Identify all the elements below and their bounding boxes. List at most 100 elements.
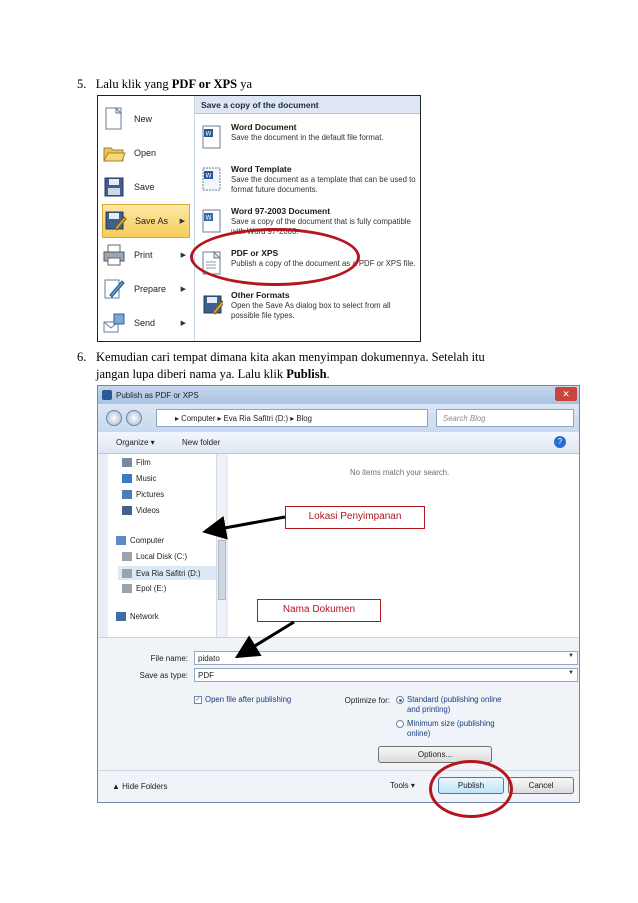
office-menu-commands: New Open Save Save As ▶ Print ▶ Prepare … [98,96,195,341]
menu-item-save[interactable]: Save [102,170,190,204]
dialog-toolbar: Organize ▾ New folder ? [98,432,579,454]
tools-label: Tools [390,781,409,790]
menu-item-print[interactable]: Print ▶ [102,238,190,272]
menu-item-label: Prepare [134,284,167,294]
file-name-value: pidato [198,654,220,663]
word-document-icon: W [202,125,221,149]
new-folder-button[interactable]: New folder [182,438,220,447]
save-as-icon [105,211,127,231]
hide-folders-button[interactable]: ▲ Hide Folders [112,782,168,791]
svg-text:W: W [206,215,212,222]
drive-icon [122,584,132,593]
menu-item-label: Open [134,148,157,158]
publish-dialog-screenshot: Publish as PDF or XPS ✕ ▸ Computer ▸ Eva… [97,385,580,803]
nav-item-music[interactable]: Music [122,474,156,483]
step-5-instruction: 5. Lalu klik yang PDF or XPS ya [77,76,252,93]
menu-item-label: Save [134,182,155,192]
breadcrumb-address-bar[interactable]: ▸ Computer ▸ Eva Ria Safitri (D:) ▸ Blog [156,409,428,427]
tools-button[interactable]: Tools ▾ [390,781,415,790]
save-as-submenu: Save a copy of the document W Word Docum… [195,96,420,341]
chevron-down-icon[interactable]: ▼ [568,670,574,676]
send-icon [103,313,125,333]
radio-unselected-icon [396,720,404,728]
optimize-minimum-radio[interactable]: Minimum size (publishing online) [396,719,496,738]
nav-item-videos[interactable]: Videos [122,506,160,515]
drive-icon [122,568,132,578]
nav-item-computer[interactable]: Computer [116,536,164,545]
empty-folder-message: No items match your search. [350,468,450,477]
chevron-down-icon[interactable]: ▼ [568,653,574,659]
forward-icon[interactable] [126,410,142,426]
help-icon[interactable]: ? [554,436,566,448]
step-6-instruction: 6. Kemudian cari tempat dimana kita akan… [77,349,582,383]
menu-item-send[interactable]: Send ▶ [102,306,190,340]
optimize-standard-radio[interactable]: Standard (publishing online and printing… [396,695,506,714]
nav-scrollbar[interactable] [216,454,226,637]
nav-item-label: Music [136,474,157,483]
word-template-icon: W [202,167,221,191]
step-text-end: ya [237,77,252,91]
callout-nama-dokumen: Nama Dokumen [257,599,381,622]
hide-folders-label: Hide Folders [122,782,168,791]
step-text-part: jangan lupa diberi nama ya. Lalu klik [96,367,287,381]
menu-item-open[interactable]: Open [102,136,190,170]
save-type-label: Save as type: [139,671,188,680]
office-save-as-menu-screenshot: New Open Save Save As ▶ Print ▶ Prepare … [97,95,421,342]
highlight-ellipse-publish [429,760,513,818]
videos-icon [122,506,132,515]
nav-item-pictures[interactable]: Pictures [122,490,164,499]
nav-item-epol-e[interactable]: Epol (E:) [122,584,166,593]
cancel-button[interactable]: Cancel [508,777,574,794]
svg-text:W: W [206,173,212,180]
file-name-label: File name: [150,654,188,663]
submenu-arrow-icon: ▶ [179,218,185,225]
menu-item-label: New [134,114,153,124]
nav-item-network[interactable]: Network [116,612,159,621]
submenu-arrow-icon: ▶ [180,320,186,327]
checkbox-checked-icon: ✓ [194,695,202,704]
organize-button[interactable]: Organize ▾ [116,438,155,447]
network-icon [116,612,126,621]
step-bold-text: Publish [286,367,327,381]
prepare-icon [104,279,125,299]
dialog-title: Publish as PDF or XPS [116,391,199,400]
word-app-icon [102,390,112,400]
new-document-icon [105,106,123,130]
nav-item-label: Eva Ria Safitri (D:) [136,568,201,578]
file-name-field[interactable]: pidato ▼ [194,651,578,665]
menu-item-new[interactable]: New [102,102,190,136]
nav-item-label: Epol (E:) [136,584,167,593]
submenu-header: Save a copy of the document [195,96,420,114]
save-type-value: PDF [198,671,214,680]
submenu-arrow-icon: ▶ [180,252,186,259]
option-title: Word 97-2003 Document [231,206,331,216]
nav-item-film[interactable]: Film [122,458,151,467]
option-word-document[interactable]: W Word Document Save the document in the… [201,122,420,162]
option-description: Open the Save As dialog box to select fr… [231,301,391,320]
nav-item-local-disk-c[interactable]: Local Disk (C:) [122,552,187,561]
save-type-select[interactable]: PDF ▼ [194,668,578,682]
option-description: Save the document in the default file fo… [231,133,384,142]
option-word-template[interactable]: W Word Template Save the document as a t… [201,164,420,204]
search-input[interactable]: Search Blog [436,409,574,427]
menu-item-save-as[interactable]: Save As ▶ [102,204,190,238]
menu-item-prepare[interactable]: Prepare ▶ [102,272,190,306]
nav-item-label: Local Disk (C:) [136,552,188,561]
radio-label: Standard (publishing online and printing… [407,695,502,714]
nav-item-label: Computer [130,536,165,545]
step-text: Lalu klik yang [95,77,172,91]
dialog-title-bar: Publish as PDF or XPS ✕ [98,386,579,404]
radio-selected-icon [396,696,404,704]
option-other-formats[interactable]: Other Formats Open the Save As dialog bo… [201,290,420,330]
nav-item-label: Network [130,612,159,621]
music-icon [122,474,132,483]
scroll-thumb[interactable] [218,540,226,600]
nav-item-eva-d[interactable]: Eva Ria Safitri (D:) [118,566,226,580]
close-icon[interactable]: ✕ [555,387,577,401]
open-after-publishing-checkbox[interactable]: ✓ Open file after publishing [194,695,291,704]
option-description: Save the document as a template that can… [231,175,416,194]
submenu-arrow-icon: ▶ [180,286,186,293]
optimize-label: Optimize for: [344,696,390,705]
menu-item-label: Save As [135,216,169,226]
back-icon[interactable] [106,410,122,426]
